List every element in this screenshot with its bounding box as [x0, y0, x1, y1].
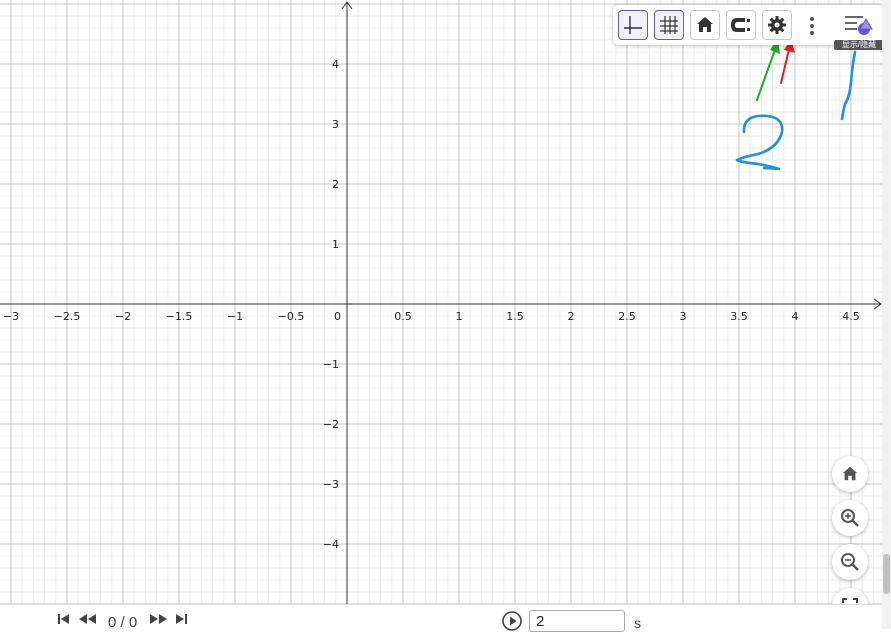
skip-end-icon[interactable]	[174, 612, 188, 628]
x-tick-label: 4.5	[842, 310, 860, 323]
green-arrow	[756, 38, 780, 101]
zoom-in-button[interactable]	[832, 500, 868, 536]
rewind-icon[interactable]	[78, 612, 98, 628]
graphics-view[interactable]: −3 −2.5 −2 −1.5 −1 −0.5 0 0.5 1 1.5 2 2.5 3 3.5 4 4.5 4…	[0, 0, 882, 604]
x-tick-label: −1.5	[166, 310, 193, 323]
y-tick-label: 3	[332, 118, 339, 131]
axes-icon	[624, 16, 642, 34]
handwritten-digit-1	[840, 50, 857, 121]
algebra-view-toggle[interactable]	[841, 11, 875, 39]
home-icon	[842, 466, 858, 481]
fast-forward-icon[interactable]	[148, 612, 168, 628]
x-tick-label: 3	[680, 310, 687, 323]
y-tick-label: −3	[323, 478, 339, 491]
y-tick-label: 4	[332, 58, 339, 71]
minor-grid	[0, 0, 882, 604]
grid-icon	[660, 16, 678, 34]
vertical-scrollbar[interactable]	[882, 0, 891, 629]
handwritten-annotations	[735, 38, 857, 171]
grid-toggle-button[interactable]	[654, 10, 684, 40]
magnet-icon	[731, 18, 750, 32]
tooltip: 显示/隐藏	[834, 40, 884, 50]
home-icon	[697, 17, 713, 32]
x-tick-label: −0.5	[278, 310, 305, 323]
x-tick-label: 1	[456, 310, 463, 323]
capture-style-button[interactable]	[726, 10, 756, 40]
graphics-settings-button[interactable]	[762, 10, 792, 40]
algebra-view-icon	[845, 16, 873, 35]
y-tick-label: −2	[323, 418, 339, 431]
x-tick-label: −2.5	[54, 310, 81, 323]
axes-toggle-button[interactable]	[618, 10, 648, 40]
play-icon[interactable]	[501, 610, 523, 635]
x-tick-label: 1.5	[506, 310, 524, 323]
x-tick-label: −3	[3, 310, 19, 323]
gear-icon	[768, 16, 786, 34]
standard-view-button[interactable]	[690, 10, 720, 40]
slide-counter: 0 / 0	[108, 614, 138, 631]
zoom-out-icon	[841, 553, 859, 571]
y-tick-label: 2	[332, 178, 339, 191]
axes	[0, 1, 882, 604]
x-tick-label: 3.5	[730, 310, 748, 323]
x-tick-label: −2	[115, 310, 131, 323]
scrollbar-thumb[interactable]	[883, 554, 890, 594]
x-tick-label: 0	[334, 310, 341, 323]
style-bar	[613, 5, 883, 45]
x-tick-label: 2	[568, 310, 575, 323]
y-tick-label: −1	[323, 358, 339, 371]
x-tick-label: 2.5	[618, 310, 636, 323]
skip-start-icon[interactable]	[57, 612, 71, 628]
playback-bar: 0 / 0 s	[0, 604, 882, 632]
y-tick-label: −4	[323, 538, 339, 551]
x-tick-label: 0.5	[394, 310, 412, 323]
standard-view-round-button[interactable]	[832, 456, 868, 492]
zoom-in-icon	[841, 509, 859, 527]
x-tick-label: 4	[792, 310, 799, 323]
x-tick-label: −1	[227, 310, 243, 323]
zoom-out-button[interactable]	[832, 544, 868, 580]
y-tick-label: 1	[332, 238, 339, 251]
more-vertical-icon[interactable]	[805, 13, 819, 39]
